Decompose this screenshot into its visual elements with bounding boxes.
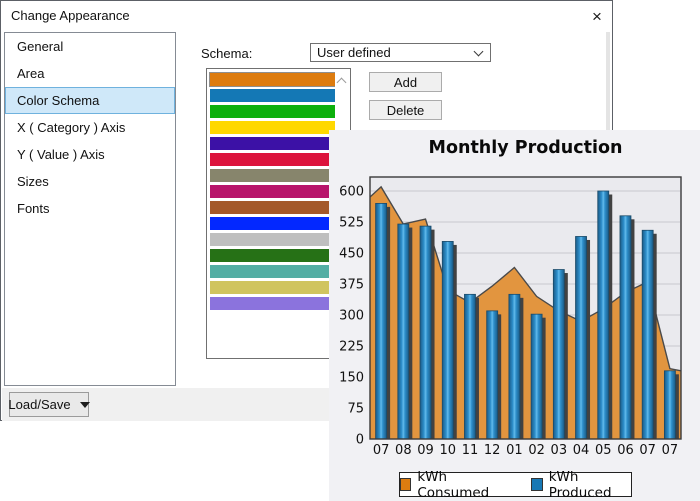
color-swatch[interactable] xyxy=(210,249,335,262)
bar xyxy=(598,191,609,439)
screen: Change Appearance × GeneralAreaColor Sch… xyxy=(0,0,700,501)
color-swatch[interactable] xyxy=(210,265,335,278)
color-swatch[interactable] xyxy=(210,297,335,310)
bar xyxy=(553,270,564,439)
bar xyxy=(376,203,387,439)
y-tick-label: 375 xyxy=(339,278,364,293)
chart-plot: 0 75 150 225 300 375 450 525 600 07 08 09 10 11 12 01 02… xyxy=(329,130,700,501)
y-tick-label: 525 xyxy=(339,216,364,231)
color-swatch[interactable] xyxy=(210,105,335,118)
legend-swatch xyxy=(400,478,411,491)
color-swatch[interactable] xyxy=(210,89,335,102)
schema-dropdown[interactable]: User defined xyxy=(310,43,491,62)
x-tick-label: 07 xyxy=(639,443,656,458)
chevron-down-icon xyxy=(474,47,484,57)
color-swatch[interactable] xyxy=(210,201,335,214)
dialog-title: Change Appearance xyxy=(11,8,130,23)
bar xyxy=(509,294,520,439)
bar xyxy=(642,230,653,439)
x-tick-label: 02 xyxy=(528,443,545,458)
caret-down-icon xyxy=(80,402,90,408)
dialog-scrollbar[interactable] xyxy=(606,32,610,131)
x-tick-label: 12 xyxy=(484,443,501,458)
bar xyxy=(487,311,498,439)
schema-dropdown-value: User defined xyxy=(317,45,391,60)
legend-swatch xyxy=(531,478,542,491)
schema-label: Schema: xyxy=(201,46,252,61)
legend-label: kWh Produced xyxy=(549,469,631,501)
x-tick-label: 07 xyxy=(662,443,679,458)
load-save-button[interactable]: Load/Save xyxy=(9,392,89,417)
legend-item: kWh Produced xyxy=(531,469,631,501)
y-tick-label: 300 xyxy=(339,309,364,324)
color-swatch[interactable] xyxy=(210,233,335,246)
color-swatch[interactable] xyxy=(210,281,335,294)
bar xyxy=(420,226,431,439)
sidebar-item-x-category-axis[interactable]: X ( Category ) Axis xyxy=(5,114,175,141)
y-tick-label: 0 xyxy=(356,433,364,448)
sidebar-item-general[interactable]: General xyxy=(5,33,175,60)
x-tick-label: 05 xyxy=(595,443,612,458)
x-tick-label: 09 xyxy=(417,443,434,458)
bar xyxy=(576,236,587,439)
x-tick-label: 08 xyxy=(395,443,412,458)
color-swatch[interactable] xyxy=(210,121,335,134)
y-tick-label: 600 xyxy=(339,185,364,200)
color-swatch[interactable] xyxy=(210,73,335,86)
x-tick-label: 06 xyxy=(617,443,634,458)
sidebar-item-y-value-axis[interactable]: Y ( Value ) Axis xyxy=(5,141,175,168)
x-tick-label: 11 xyxy=(462,443,479,458)
sidebar-item-color-schema[interactable]: Color Schema xyxy=(5,87,175,114)
legend-label: kWh Consumed xyxy=(417,469,507,501)
legend-item: kWh Consumed xyxy=(400,469,507,501)
bar xyxy=(620,216,631,439)
y-tick-label: 450 xyxy=(339,247,364,262)
color-swatch[interactable] xyxy=(210,217,335,230)
sidebar-item-area[interactable]: Area xyxy=(5,60,175,87)
color-swatches xyxy=(210,73,335,313)
sidebar-item-sizes[interactable]: Sizes xyxy=(5,168,175,195)
color-swatch[interactable] xyxy=(210,185,335,198)
add-button[interactable]: Add xyxy=(369,72,442,92)
close-icon: × xyxy=(592,8,602,25)
chart-legend: kWh ConsumedkWh Produced xyxy=(399,472,632,497)
y-tick-label: 150 xyxy=(339,371,364,386)
chevron-up-icon xyxy=(337,78,347,88)
x-tick-label: 01 xyxy=(506,443,523,458)
bar xyxy=(398,224,409,439)
load-save-label: Load/Save xyxy=(8,397,70,412)
close-button[interactable]: × xyxy=(584,4,610,28)
sidebar-item-fonts[interactable]: Fonts xyxy=(5,195,175,222)
y-tick-label: 75 xyxy=(347,402,364,417)
x-tick-label: 07 xyxy=(373,443,390,458)
sidebar-nav: GeneralAreaColor SchemaX ( Category ) Ax… xyxy=(4,32,176,386)
bar xyxy=(442,241,453,439)
bar xyxy=(531,314,542,439)
chart-window: Monthly Production 075150225300375450525… xyxy=(329,130,700,501)
delete-button[interactable]: Delete xyxy=(369,100,442,120)
y-tick-label: 225 xyxy=(339,340,364,355)
bar xyxy=(464,294,475,439)
color-swatch[interactable] xyxy=(210,169,335,182)
x-tick-label: 04 xyxy=(573,443,590,458)
x-tick-label: 10 xyxy=(439,443,456,458)
color-swatch[interactable] xyxy=(210,137,335,150)
bar xyxy=(664,371,675,439)
x-tick-label: 03 xyxy=(551,443,568,458)
color-swatch[interactable] xyxy=(210,153,335,166)
